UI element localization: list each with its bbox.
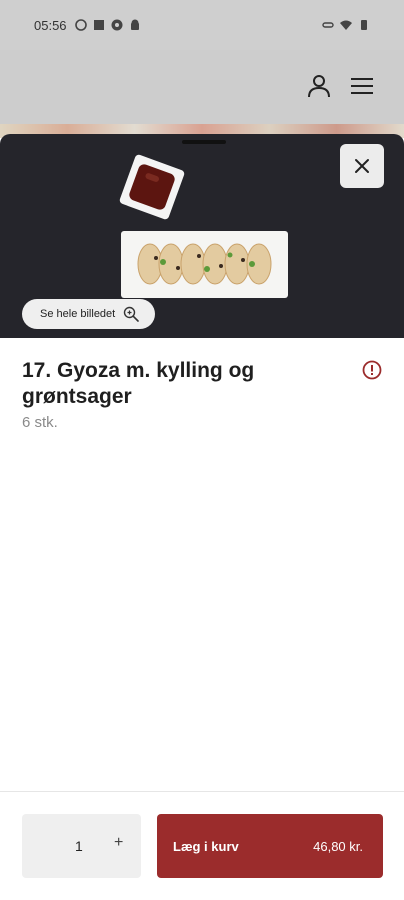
add-to-cart-button[interactable]: Læg i kurv 46,80 kr. [157, 814, 383, 878]
view-full-image-button[interactable]: Se hele billedet [22, 299, 156, 329]
status-notification-icons [74, 19, 141, 31]
user-icon[interactable] [307, 74, 331, 98]
battery-icon [361, 20, 367, 30]
sheet-drag-handle[interactable] [182, 140, 226, 144]
info-icon[interactable] [362, 360, 382, 380]
app-header [0, 50, 404, 124]
quantity-value: 1 [75, 838, 83, 854]
close-button[interactable] [340, 144, 384, 188]
product-description: 6 stk. [22, 414, 58, 431]
product-image: Se hele billedet [0, 134, 404, 338]
status-time: 05:56 [34, 17, 67, 33]
wifi-icon [340, 20, 352, 30]
close-icon [355, 159, 369, 173]
view-full-image-label: Se hele billedet [40, 308, 116, 320]
app-icon [93, 20, 104, 30]
status-bar: 05:56 [0, 0, 404, 50]
menu-icon[interactable] [351, 77, 373, 95]
quantity-stepper[interactable]: 1 + [22, 814, 141, 878]
status-system-icons [322, 19, 370, 31]
product-sheet: Se hele billedet 17. Gyoza m. kylling og… [0, 134, 404, 900]
bottom-action-bar: 1 + Læg i kurv 46,80 kr. [0, 791, 404, 900]
sync-icon [111, 19, 123, 31]
add-to-cart-label: Læg i kurv [173, 839, 239, 854]
link-icon [322, 22, 334, 28]
quantity-increase-button[interactable]: + [114, 834, 123, 852]
product-title: 17. Gyoza m. kylling og grøntsager [22, 359, 255, 408]
android-icon [130, 19, 139, 30]
notification-icon [74, 19, 87, 31]
zoom-icon [124, 306, 140, 322]
add-to-cart-price: 46,80 kr. [313, 839, 363, 854]
